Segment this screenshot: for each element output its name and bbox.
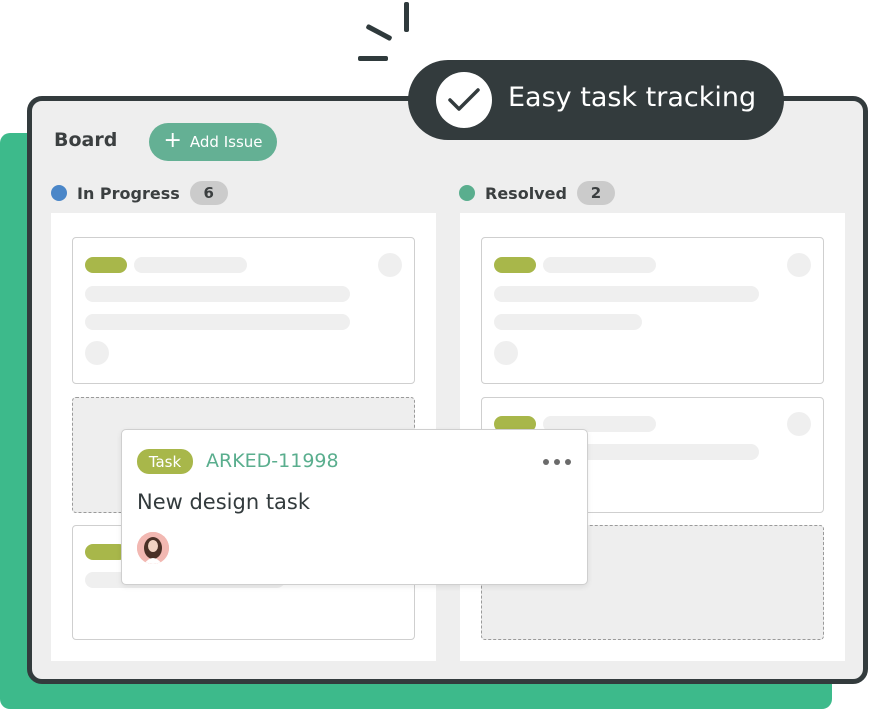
skeleton-line — [494, 314, 642, 330]
task-id-link[interactable]: ARKED-11998 — [206, 450, 339, 472]
column-label: In Progress — [77, 183, 180, 203]
skeleton-circle — [787, 253, 811, 277]
skeleton-circle — [378, 253, 402, 277]
status-dot-resolved — [459, 185, 475, 201]
placeholder-card[interactable] — [481, 237, 824, 384]
board-title: Board — [54, 129, 118, 151]
skeleton-line — [85, 286, 350, 302]
task-type-badge: Task — [137, 449, 193, 474]
status-dot-in-progress — [51, 185, 67, 201]
skeleton-tag — [85, 257, 127, 273]
count-badge: 6 — [189, 181, 228, 205]
skeleton-tag — [494, 257, 536, 273]
column-header-in-progress: In Progress 6 — [51, 181, 228, 205]
burst-line-diagonal — [365, 23, 393, 42]
plus-icon: + — [163, 128, 182, 153]
skeleton-line — [543, 257, 656, 273]
add-issue-label: Add Issue — [189, 133, 263, 151]
skeleton-avatar — [494, 341, 518, 365]
burst-line-vertical — [404, 2, 409, 32]
skeleton-avatar — [85, 341, 109, 365]
more-horizontal-icon[interactable] — [543, 459, 571, 465]
task-card[interactable]: Task ARKED-11998 New design task — [121, 429, 588, 585]
skeleton-line — [134, 257, 247, 273]
add-issue-button[interactable]: + Add Issue — [149, 123, 277, 161]
column-header-resolved: Resolved 2 — [459, 181, 615, 205]
task-title: New design task — [137, 490, 311, 514]
burst-line-horizontal — [358, 56, 388, 61]
column-label: Resolved — [485, 183, 567, 203]
skeleton-line — [494, 286, 759, 302]
banner-text: Easy task tracking — [508, 82, 757, 113]
skeleton-circle — [787, 412, 811, 436]
board-window: Board + Add Issue In Progress 6 Resolved… — [27, 96, 868, 684]
feature-banner: Easy task tracking — [408, 60, 784, 140]
check-icon — [436, 72, 492, 128]
skeleton-line — [85, 314, 350, 330]
assignee-avatar[interactable] — [137, 532, 169, 564]
count-badge: 2 — [576, 181, 615, 205]
placeholder-card[interactable] — [72, 237, 415, 384]
